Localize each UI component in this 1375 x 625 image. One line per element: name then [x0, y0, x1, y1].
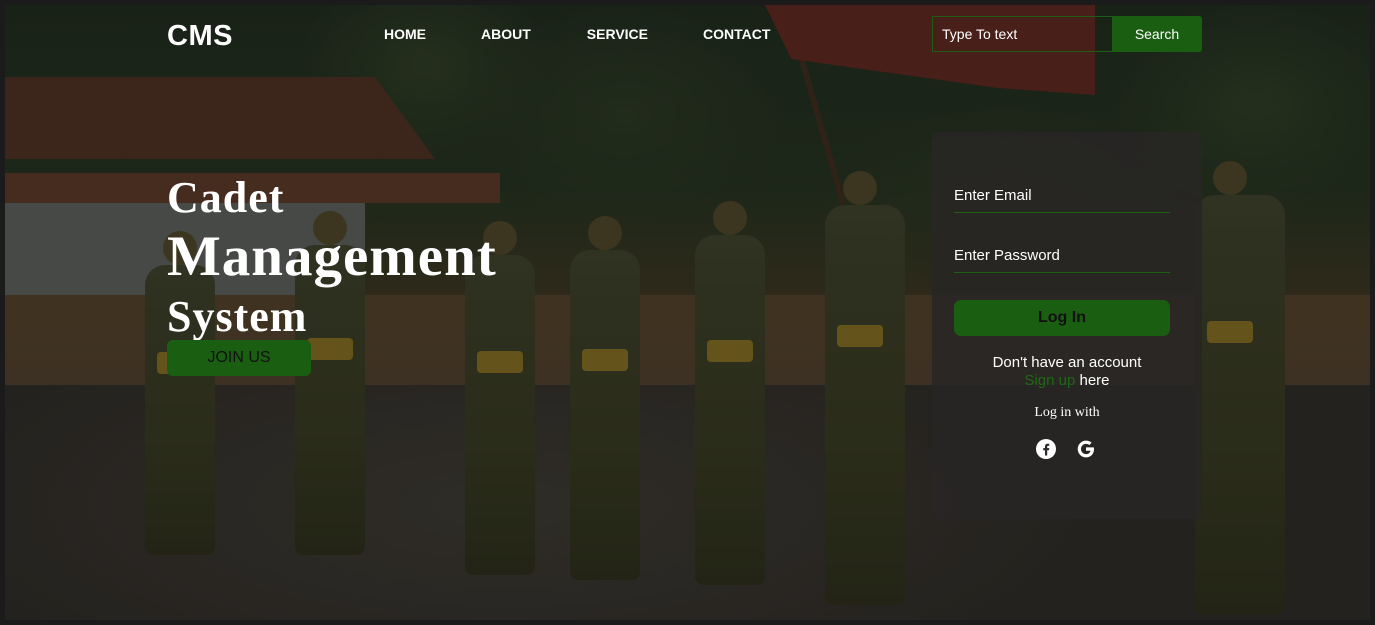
email-field[interactable] — [954, 179, 1170, 213]
site-logo[interactable]: CMS — [167, 20, 233, 53]
signup-link[interactable]: Sign up — [1024, 372, 1075, 389]
search-input[interactable] — [932, 16, 1112, 52]
social-login — [1036, 439, 1096, 459]
search-bar: Search — [932, 16, 1202, 52]
main-nav: HOME ABOUT SERVICE CONTACT — [384, 26, 770, 42]
hero-title-line1: Cadet — [167, 173, 285, 222]
nav-contact[interactable]: CONTACT — [703, 26, 770, 42]
join-us-button[interactable]: JOIN US — [167, 340, 311, 376]
signup-suffix: here — [1079, 372, 1110, 389]
login-card: Log In Don't have an account Sign up her… — [932, 132, 1202, 519]
hero-title-line2: Management — [167, 225, 497, 288]
search-button[interactable]: Search — [1112, 16, 1202, 52]
hero-title-line3: System — [167, 292, 308, 341]
nav-service[interactable]: SERVICE — [587, 26, 648, 42]
password-field[interactable] — [954, 239, 1170, 273]
navbar: CMS HOME ABOUT SERVICE CONTACT Search — [0, 0, 1375, 66]
nav-about[interactable]: ABOUT — [481, 26, 531, 42]
nav-home[interactable]: HOME — [384, 26, 426, 42]
login-button[interactable]: Log In — [954, 300, 1170, 336]
google-icon[interactable] — [1076, 439, 1096, 459]
no-account-text: Don't have an account — [992, 354, 1142, 371]
facebook-icon[interactable] — [1036, 439, 1056, 459]
signup-prompt: Don't have an account Sign up here — [932, 354, 1202, 390]
login-with-label: Log in with — [1034, 405, 1100, 420]
